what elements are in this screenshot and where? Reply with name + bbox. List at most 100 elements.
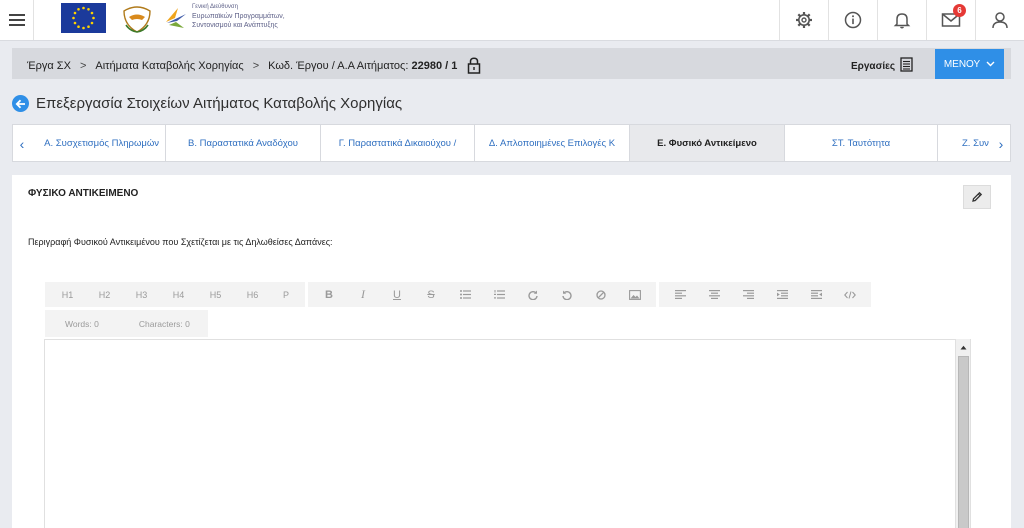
chevron-right-icon: ›: [998, 136, 1004, 152]
description-field-label: Περιγραφή Φυσικού Αντικειμένου που Σχετί…: [28, 237, 333, 247]
breadcrumb-trail: Έργα ΣΧ > Αιτήματα Καταβολής Χορηγίας > …: [27, 57, 481, 74]
align-right-button[interactable]: [731, 282, 765, 307]
eu-flag-logo: [61, 3, 106, 33]
settings-button[interactable]: [779, 0, 828, 40]
numbered-list-button[interactable]: [482, 282, 516, 307]
code-view-button[interactable]: [833, 282, 867, 307]
scroll-up-button[interactable]: [956, 339, 970, 355]
h2-button[interactable]: H2: [86, 282, 123, 307]
tab-payment-correlation[interactable]: Α. Συσχετισμός Πληρωμών: [13, 125, 166, 161]
undo-button[interactable]: [550, 282, 584, 307]
breadcrumb-item-projects[interactable]: Έργα ΣΧ: [27, 60, 71, 72]
align-center-button[interactable]: [697, 282, 731, 307]
lock-icon: [467, 57, 481, 74]
strikethrough-button[interactable]: S: [414, 282, 448, 307]
user-icon: [992, 12, 1008, 29]
italic-button[interactable]: I: [346, 282, 380, 307]
outdent-icon: [776, 290, 788, 299]
clear-format-button[interactable]: [584, 282, 618, 307]
page-title: Επεξεργασία Στοιχείων Αιτήματος Καταβολή…: [36, 95, 403, 112]
info-button[interactable]: [828, 0, 877, 40]
notifications-button[interactable]: [877, 0, 926, 40]
menu-dropdown-button[interactable]: ΜΕΝΟΥ: [935, 49, 1004, 79]
outdent-button[interactable]: [765, 282, 799, 307]
chevron-down-icon: [986, 59, 995, 70]
indent-button[interactable]: [799, 282, 833, 307]
caret-up-icon: [960, 345, 966, 349]
tab-simplified-options[interactable]: Δ. Απλοποιημένες Επιλογές Κ: [475, 125, 630, 161]
numbered-list-icon: [493, 290, 505, 299]
align-left-button[interactable]: [663, 282, 697, 307]
hamburger-menu-button[interactable]: [0, 0, 34, 40]
strikethrough-icon: S: [427, 288, 435, 301]
indent-icon: [810, 290, 822, 299]
insert-image-button[interactable]: [618, 282, 652, 307]
paragraph-button[interactable]: P: [271, 282, 301, 307]
redo-button[interactable]: [516, 282, 550, 307]
ban-icon: [596, 289, 606, 300]
notification-badge: 6: [953, 4, 966, 17]
physical-object-panel: ΦΥΣΙΚΟ ΑΝΤΙΚΕΙΜΕΝΟ Περιγραφή Φυσικού Αντ…: [12, 175, 1011, 528]
tab-physical-object[interactable]: Ε. Φυσικό Αντικείμενο: [630, 125, 785, 161]
chevron-right-icon: >: [252, 59, 260, 72]
h6-button[interactable]: H6: [234, 282, 271, 307]
tabs-scroll-left-button[interactable]: ‹: [13, 125, 31, 161]
h5-button[interactable]: H5: [197, 282, 234, 307]
bullet-list-button[interactable]: [448, 282, 482, 307]
tab-beneficiary-documents[interactable]: Γ. Παραστατικά Δικαιούχου /: [321, 125, 475, 161]
chevron-left-icon: ‹: [19, 136, 25, 152]
undo-icon: [562, 290, 572, 300]
breadcrumb: Έργα ΣΧ > Αιτήματα Καταβολής Χορηγίας > …: [12, 48, 1011, 79]
gear-icon: [796, 12, 812, 28]
user-profile-button[interactable]: [975, 0, 1024, 40]
h1-button[interactable]: H1: [49, 282, 86, 307]
editor-scrollbar[interactable]: [955, 339, 970, 528]
align-left-icon: [674, 290, 686, 299]
chevron-right-icon: >: [79, 59, 87, 72]
menu-button-label: ΜΕΝΟΥ: [943, 58, 981, 70]
editor-toolbar: H1 H2 H3 H4 H5 H6 P B I U S: [45, 282, 874, 307]
info-icon: [844, 11, 862, 29]
directorate-logo-text: Γενική Διεύθυνση Ευρωπαϊκών Προγραμμάτων…: [192, 4, 285, 29]
bold-icon: B: [325, 288, 333, 301]
tab-contractor-documents[interactable]: Β. Παραστατικά Αναδόχου: [166, 125, 321, 161]
top-bar: Γενική Διεύθυνση Ευρωπαϊκών Προγραμμάτων…: [0, 0, 1024, 41]
tab-bar: ‹ Α. Συσχετισμός Πληρωμών Β. Παραστατικά…: [12, 124, 1011, 162]
back-button[interactable]: [12, 95, 29, 112]
tabs-scroll-right-button[interactable]: ›: [992, 125, 1010, 161]
bold-button[interactable]: B: [312, 282, 346, 307]
editor-counter: Words: 0 Characters: 0: [45, 310, 208, 337]
menu-icon: [8, 14, 25, 26]
code-icon: [844, 290, 856, 299]
align-center-icon: [708, 290, 720, 299]
underline-icon: U: [393, 288, 401, 301]
heading-group: H1 H2 H3 H4 H5 H6 P: [45, 282, 305, 307]
edit-button[interactable]: [963, 185, 991, 209]
panel-title: ΦΥΣΙΚΟ ΑΝΤΙΚΕΙΜΕΝΟ: [28, 188, 139, 199]
directorate-logo: Γενική Διεύθυνση Ευρωπαϊκών Προγραμμάτων…: [164, 2, 314, 38]
messages-button[interactable]: 6: [926, 0, 975, 40]
image-icon: [629, 289, 641, 300]
page-header: Επεξεργασία Στοιχείων Αιτήματος Καταβολή…: [12, 95, 402, 112]
h3-button[interactable]: H3: [123, 282, 160, 307]
breadcrumb-item-payment-requests[interactable]: Αιτήματα Καταβολής Χορηγίας: [95, 60, 243, 72]
bullet-list-icon: [459, 290, 471, 299]
tab-identity[interactable]: ΣΤ. Ταυτότητα: [785, 125, 938, 161]
pencil-icon: [972, 191, 983, 202]
breadcrumb-item-project-code-value: 22980 / 1: [411, 59, 458, 72]
align-group: [659, 282, 871, 307]
scrollbar-thumb[interactable]: [958, 356, 969, 528]
redo-icon: [528, 290, 538, 300]
arrow-left-icon: [15, 99, 25, 108]
top-icons-group: 6: [779, 0, 1024, 40]
h4-button[interactable]: H4: [160, 282, 197, 307]
word-count: Words: 0: [65, 318, 99, 329]
underline-button[interactable]: U: [380, 282, 414, 307]
tasks-label: Εργασίες: [851, 60, 896, 72]
bell-icon: [893, 13, 911, 29]
character-count: Characters: 0: [138, 318, 190, 329]
document-list-icon: [900, 57, 913, 75]
format-group: B I U S: [308, 282, 656, 307]
description-editor[interactable]: [44, 339, 971, 528]
tasks-button[interactable]: Εργασίες: [851, 57, 913, 75]
